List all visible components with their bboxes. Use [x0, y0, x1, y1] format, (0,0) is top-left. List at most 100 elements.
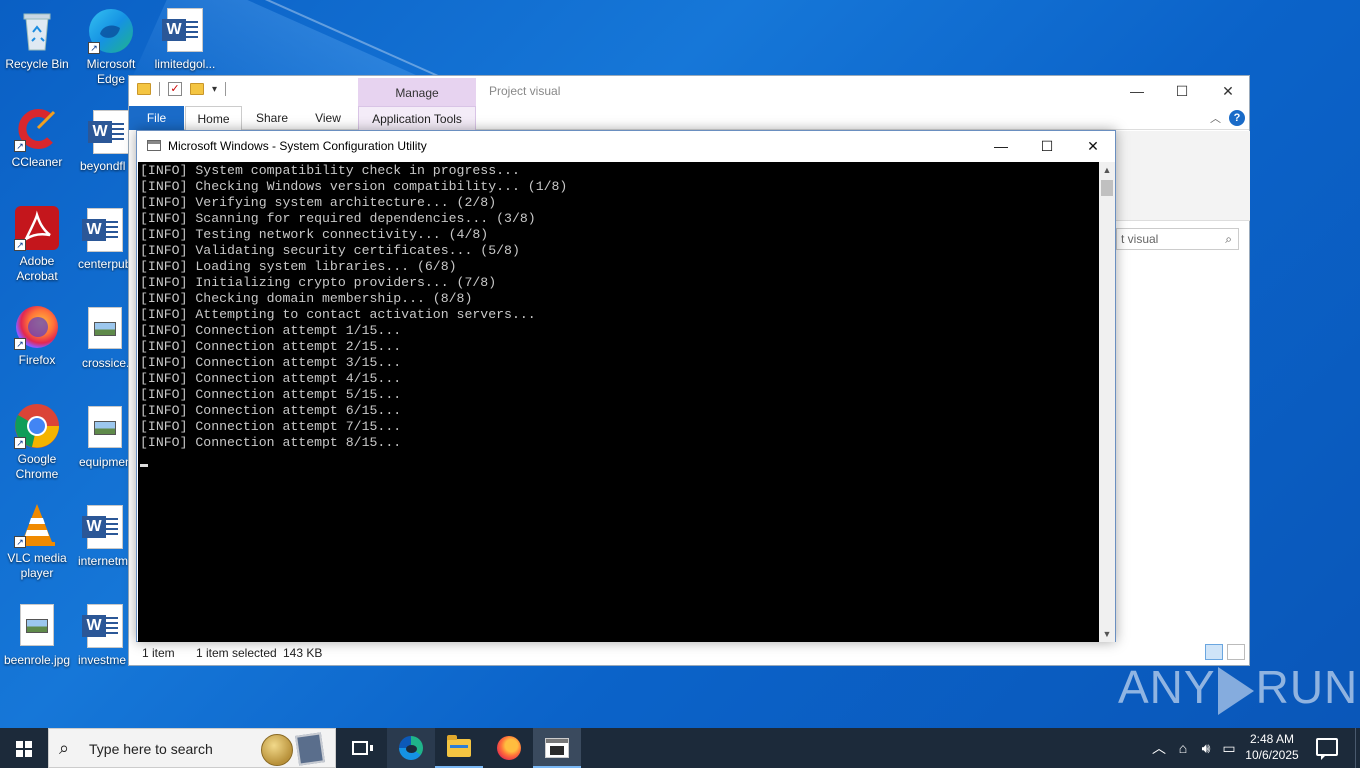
network-icon[interactable]: ⌂	[1174, 728, 1192, 768]
start-button[interactable]	[0, 728, 48, 768]
search-icon: ⌕	[1225, 232, 1232, 246]
maximize-button[interactable]: ☐	[1162, 80, 1202, 102]
desktop-icon-ccleaner[interactable]: ↗ CCleaner	[0, 106, 74, 170]
shortcut-arrow-icon: ↗	[14, 140, 26, 152]
console-line: [INFO] Attempting to contact activation …	[140, 307, 536, 322]
console-title-bar[interactable]: Microsoft Windows - System Configuration…	[137, 131, 1115, 161]
status-item-count: 1 item	[142, 646, 175, 660]
word-doc-icon: W	[162, 8, 208, 54]
taskbar-console[interactable]	[533, 728, 581, 768]
desktop-icon-vlc[interactable]: ↗ VLC media player	[0, 502, 74, 581]
desktop-icon-label: Recycle Bin	[5, 57, 69, 71]
tab-view[interactable]: View	[304, 106, 352, 130]
volume-icon[interactable]: 🔊︎	[1197, 728, 1215, 768]
search-placeholder: t visual	[1121, 232, 1159, 246]
properties-icon[interactable]: ✓	[168, 82, 182, 96]
word-doc-icon: W	[82, 604, 128, 650]
console-line: [INFO] Scanning for required dependencie…	[140, 211, 536, 226]
vlc-icon: ↗	[14, 502, 60, 548]
console-scrollbar[interactable]: ▲ ▼	[1099, 162, 1115, 642]
large-icons-view-icon[interactable]	[1227, 644, 1245, 660]
show-desktop-button[interactable]	[1355, 728, 1360, 768]
search-input[interactable]: t visual ⌕	[1116, 228, 1239, 250]
play-icon	[1217, 666, 1254, 715]
chevron-up-icon[interactable]: ︿	[1150, 728, 1168, 768]
console-line: [INFO] Connection attempt 8/15...	[140, 435, 402, 450]
console-line: [INFO] Verifying system architecture... …	[140, 195, 497, 210]
desktop-icon-recycle-bin[interactable]: Recycle Bin	[0, 8, 74, 72]
minimize-button[interactable]: —	[978, 131, 1024, 161]
desktop-icon-centerpub[interactable]: W centerpub	[74, 208, 136, 272]
minimize-button[interactable]: —	[1117, 80, 1157, 102]
console-line: [INFO] Testing network connectivity... (…	[140, 227, 489, 242]
ccleaner-icon: ↗	[14, 106, 60, 152]
image-file-icon	[14, 604, 60, 650]
scroll-up-icon[interactable]: ▲	[1099, 162, 1115, 178]
console-line: [INFO] Connection attempt 6/15...	[140, 403, 402, 418]
desktop-icon-google-chrome[interactable]: ↗ Google Chrome	[0, 403, 74, 482]
desktop-icon-label: CCleaner	[11, 155, 63, 169]
search-highlight-image	[261, 732, 327, 766]
shortcut-arrow-icon: ↗	[14, 338, 26, 350]
adobe-acrobat-icon: ↗	[14, 205, 60, 251]
desktop-icon-firefox[interactable]: ↗ Firefox	[0, 304, 74, 368]
folder-icon[interactable]	[137, 83, 151, 95]
console-window[interactable]: Microsoft Windows - System Configuration…	[136, 130, 1116, 642]
scroll-down-icon[interactable]: ▼	[1099, 626, 1115, 642]
taskbar-clock[interactable]: 2:48 AM 10/6/2025	[1236, 731, 1308, 763]
tab-share[interactable]: Share	[247, 106, 297, 130]
customize-toolbar-icon[interactable]: ▾	[212, 84, 217, 95]
console-line: [INFO] Connection attempt 7/15...	[140, 419, 402, 434]
manage-contextual-tab[interactable]: Manage	[358, 78, 476, 106]
desktop-icon-adobe-acrobat[interactable]: ↗ Adobe Acrobat	[0, 205, 74, 284]
taskbar-search-box[interactable]: ⌕ Type here to search	[48, 728, 336, 768]
console-line: [INFO] System compatibility check in pro…	[140, 163, 520, 178]
console-line: [INFO] Checking domain membership... (8/…	[140, 291, 473, 306]
console-app-icon	[545, 738, 569, 758]
details-view-icon[interactable]	[1205, 644, 1223, 660]
console-line: [INFO] Connection attempt 2/15...	[140, 339, 402, 354]
desktop-icon-beenrole[interactable]: beenrole.jpg	[0, 604, 74, 668]
close-button[interactable]: ✕	[1208, 80, 1248, 102]
desktop-icon-internetm[interactable]: W internetm	[74, 505, 136, 569]
tab-application-tools[interactable]: Application Tools	[358, 106, 476, 130]
tab-home[interactable]: Home	[185, 106, 242, 130]
console-output[interactable]: [INFO] System compatibility check in pro…	[138, 162, 1100, 642]
close-button[interactable]: ✕	[1070, 131, 1116, 161]
taskbar-edge[interactable]	[387, 728, 435, 768]
image-file-icon	[82, 307, 128, 353]
task-view-button[interactable]	[336, 728, 384, 768]
notification-icon[interactable]	[1316, 738, 1338, 760]
collapse-ribbon-icon[interactable]: ︿	[1210, 110, 1221, 126]
new-folder-icon[interactable]	[190, 83, 204, 95]
maximize-button[interactable]: ☐	[1024, 131, 1070, 161]
recycle-bin-icon	[14, 8, 60, 54]
edge-icon: ↗	[88, 8, 134, 54]
scroll-thumb[interactable]	[1101, 180, 1113, 196]
desktop-icon-equipmen[interactable]: equipmen	[74, 406, 136, 470]
explorer-title-bar[interactable]: ✓ ▾ Manage Project visual — ☐ ✕	[129, 76, 1249, 106]
shortcut-arrow-icon: ↗	[14, 536, 26, 548]
clock-date: 10/6/2025	[1245, 748, 1299, 762]
console-line: [INFO] Initializing crypto providers... …	[140, 275, 497, 290]
taskbar-file-explorer[interactable]	[435, 728, 483, 768]
console-line: [INFO] Connection attempt 3/15...	[140, 355, 402, 370]
ribbon-tabs: File Home Share View Application Tools ︿…	[129, 106, 1249, 130]
desktop-icon-label: internetm	[78, 554, 129, 568]
firefox-icon	[497, 736, 521, 760]
desktop-icon-label: beenrole.jpg	[3, 653, 71, 667]
desktop-icon-investme[interactable]: W investme	[74, 604, 136, 668]
desktop-icon-crossice[interactable]: crossice.j	[74, 307, 136, 371]
tab-file[interactable]: File	[129, 106, 184, 130]
desktop-icon-label: Adobe Acrobat	[16, 254, 58, 283]
desktop-icon-limitedgol[interactable]: W limitedgol...	[148, 8, 222, 72]
help-icon[interactable]: ?	[1229, 110, 1245, 126]
edge-icon	[399, 736, 423, 760]
word-doc-icon: W	[82, 208, 128, 254]
shortcut-arrow-icon: ↗	[14, 239, 26, 251]
desktop-icon-label: limitedgol...	[154, 57, 216, 71]
desktop-icon-label: investme	[78, 653, 127, 667]
taskbar-firefox[interactable]	[485, 728, 533, 768]
desktop-icon-label: Google Chrome	[15, 452, 59, 481]
desktop-icon-label: Firefox	[18, 353, 56, 367]
